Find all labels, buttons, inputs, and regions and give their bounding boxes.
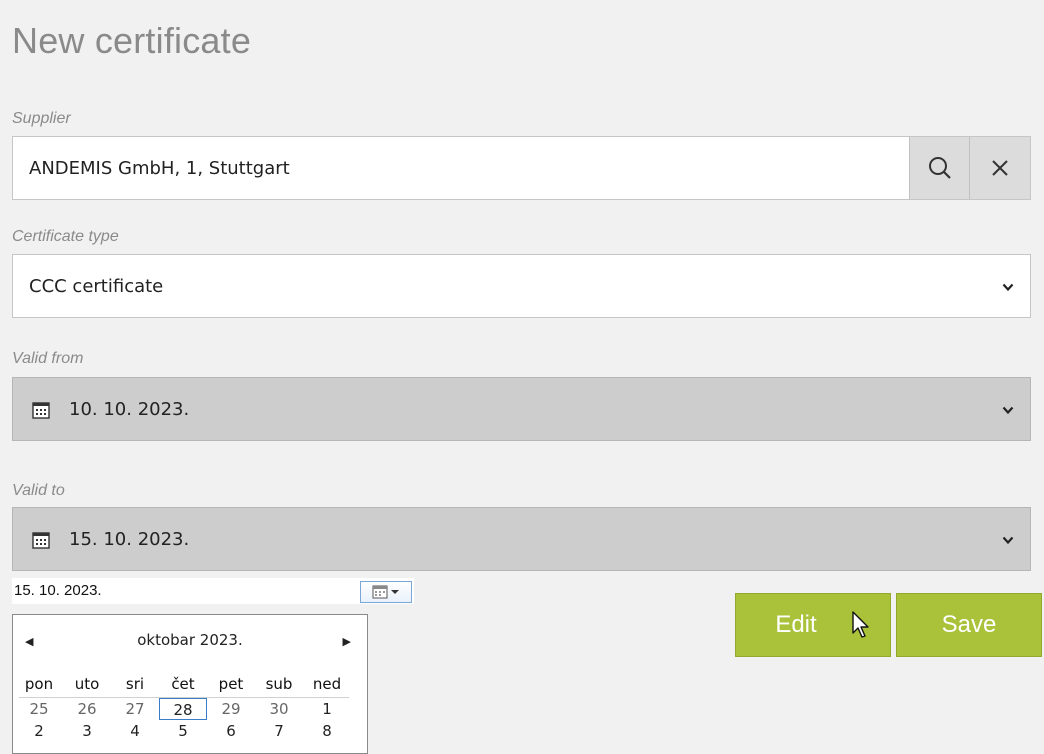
calendar-dropdown-icon bbox=[372, 585, 399, 599]
edit-button-label: Edit bbox=[775, 611, 817, 638]
save-button-label: Save bbox=[941, 611, 997, 638]
calendar-day[interactable]: 6 bbox=[207, 720, 255, 742]
calendar-icon bbox=[32, 402, 50, 419]
chevron-down-icon bbox=[1002, 406, 1014, 415]
weekday-row: pon uto sri čet pet sub ned bbox=[15, 673, 353, 695]
date-picker-dropdown-button[interactable] bbox=[360, 581, 412, 603]
certificate-type-value: CCC certificate bbox=[29, 276, 164, 297]
calendar-day[interactable]: 4 bbox=[111, 720, 159, 742]
calendar-day[interactable]: 1 bbox=[303, 698, 351, 720]
close-icon bbox=[992, 160, 1008, 176]
chevron-down-icon bbox=[1002, 283, 1014, 292]
page-title: New certificate bbox=[12, 20, 252, 61]
save-button[interactable]: Save bbox=[896, 593, 1042, 657]
mouse-pointer-icon bbox=[852, 611, 869, 638]
valid-from-label: Valid from bbox=[12, 350, 84, 367]
supplier-search-button[interactable] bbox=[909, 137, 970, 199]
calendar-month-label[interactable]: oktobar 2023. bbox=[13, 631, 367, 649]
valid-to-field[interactable]: 15. 10. 2023. bbox=[12, 507, 1031, 571]
calendar-icon bbox=[32, 532, 50, 549]
valid-from-value: 10. 10. 2023. bbox=[69, 399, 190, 420]
calendar-popup: ◀ oktobar 2023. ▶ pon uto sri čet pet sub ned … bbox=[12, 614, 368, 754]
supplier-value: ANDEMIS GmbH, 1, Stuttgart bbox=[29, 158, 290, 179]
calendar-day[interactable]: 30 bbox=[255, 698, 303, 720]
calendar-day[interactable]: 26 bbox=[63, 698, 111, 720]
supplier-field[interactable]: ANDEMIS GmbH, 1, Stuttgart bbox=[12, 136, 1031, 200]
certificate-type-label: Certificate type bbox=[12, 228, 119, 245]
valid-to-label: Valid to bbox=[12, 482, 65, 499]
chevron-down-icon bbox=[1002, 536, 1014, 545]
next-month-arrow[interactable]: ▶ bbox=[343, 635, 351, 648]
weekday-header: pon bbox=[24, 675, 54, 693]
calendar-week-row: 25 26 27 28 29 30 1 bbox=[15, 698, 353, 720]
date-picker-value: 15. 10. 2023. bbox=[14, 582, 102, 599]
weekday-header: uto bbox=[74, 675, 100, 693]
search-icon bbox=[929, 157, 951, 179]
valid-from-field[interactable]: 10. 10. 2023. bbox=[12, 377, 1031, 441]
weekday-header: ned bbox=[312, 675, 342, 693]
weekday-header: sub bbox=[265, 675, 293, 693]
calendar-day[interactable]: 27 bbox=[111, 698, 159, 720]
weekday-header: pet bbox=[218, 675, 244, 693]
date-picker-input[interactable]: 15. 10. 2023. bbox=[12, 578, 414, 604]
valid-to-value: 15. 10. 2023. bbox=[69, 529, 190, 550]
weekday-header: čet bbox=[171, 675, 195, 693]
calendar-day[interactable]: 28 bbox=[159, 698, 207, 720]
weekday-header: sri bbox=[125, 675, 145, 693]
calendar-day[interactable]: 5 bbox=[159, 720, 207, 742]
supplier-clear-button[interactable] bbox=[969, 137, 1030, 199]
calendar-day[interactable]: 2 bbox=[15, 720, 63, 742]
certificate-type-select[interactable]: CCC certificate bbox=[12, 254, 1031, 318]
calendar-day[interactable]: 8 bbox=[303, 720, 351, 742]
calendar-day[interactable]: 3 bbox=[63, 720, 111, 742]
calendar-day[interactable]: 29 bbox=[207, 698, 255, 720]
calendar-day[interactable]: 25 bbox=[15, 698, 63, 720]
calendar-day[interactable]: 7 bbox=[255, 720, 303, 742]
calendar-week-row: 2345678 bbox=[15, 720, 353, 742]
supplier-label: Supplier bbox=[12, 110, 71, 127]
